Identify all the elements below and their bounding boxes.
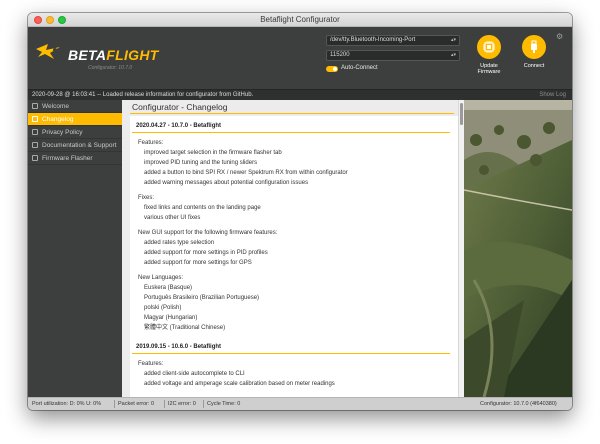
log-message: 2020-09-28 @ 16:03:41 -- Loaded release … [32,92,254,98]
update-firmware-label-line2: Firmware [477,69,501,75]
list-item: 繁體中文 (Traditional Chinese) [144,325,226,331]
list-item: added support for more settings for GPS [144,260,252,266]
sidebar-item-welcome[interactable]: Welcome [28,100,122,113]
auto-connect-toggle[interactable] [326,66,338,72]
release-header: 2020.04.27 - 10.7.0 - Betaflight [132,120,450,133]
sidebar-item-label: Changelog [42,116,74,123]
app-window: Betaflight Configurator BETAFLIGHT Confi… [28,13,572,410]
update-firmware-button[interactable] [477,35,501,59]
changelog-section: Fixes: fixed links and contents on the l… [138,193,458,223]
list-item: improved PID tuning and the tuning slide… [144,160,258,166]
sidebar-item-label: Firmware Flasher [42,155,93,162]
baud-rate-value: 115200 [330,52,350,58]
log-bar: 2020-09-28 @ 16:03:41 -- Loaded release … [28,89,572,100]
changelog-section: Features: added client-side autocomplete… [138,359,458,389]
welcome-icon [32,103,38,109]
betaflight-logo: BETAFLIGHT Configurator: 10.7.0 [34,39,168,75]
sidebar-item-label: Documentation & Support [42,142,117,149]
show-log-link[interactable]: Show Log [539,92,566,98]
sidebar-item-documentation[interactable]: Documentation & Support [28,139,122,152]
changelog-panel[interactable]: 2020.04.27 - 10.7.0 - Betaflight Feature… [130,116,458,397]
list-item: added warning messages about potential c… [144,180,309,186]
release-entry: 2019.09.15 - 10.6.0 - Betaflight Feature… [130,341,458,389]
gear-icon[interactable]: ⚙ [556,32,563,41]
aerial-landscape-image [464,100,572,397]
list-item: polski (Polish) [144,305,182,311]
list-item: fixed links and contents on the landing … [144,205,261,211]
select-arrows-icon: ▴▾ [450,52,456,58]
list-item: Português Brasileiro (Brazilian Portugue… [144,295,260,301]
list-item: Euskera (Basque) [144,285,193,291]
logo-wordmark: BETAFLIGHT [68,47,159,63]
usb-plug-icon [531,40,537,53]
sidebar: Welcome Changelog Privacy Policy Documen… [28,100,122,397]
section-title: New GUI support for the following firmwa… [138,230,278,236]
app-header: BETAFLIGHT Configurator: 10.7.0 /dev/tty… [28,27,572,89]
release-header: 2019.09.15 - 10.6.0 - Betaflight [132,341,450,354]
auto-connect-label: Auto-Connect [341,65,378,71]
i2c-error-status: I2C error: 0 [168,401,196,407]
connect-button[interactable] [522,35,546,59]
packet-error-status: Packet error: 0 [118,401,155,407]
list-item: added client-side autocomplete to CLI [144,371,245,377]
main-content: Configurator - Changelog 2020.04.27 - 10… [122,100,458,397]
changelog-section: New Languages: Euskera (Basque) Portuguê… [138,273,458,333]
section-title: Features: [138,361,164,367]
port-select[interactable]: /dev/tty.Bluetooth-Incoming-Port ▴▾ [326,35,460,46]
list-item: added support for more settings in PID p… [144,250,268,256]
list-item: added rates type selection [144,240,215,246]
section-title: Features: [138,140,164,146]
list-item: Magyar (Hungarian) [144,315,198,321]
sidebar-item-label: Welcome [42,103,69,110]
sidebar-item-firmware-flasher[interactable]: Firmware Flasher [28,152,122,165]
aerial-background-image [464,100,572,397]
logo-brand-main: BETA [68,47,107,63]
documentation-icon [32,142,38,148]
port-utilization-status: Port utilization: D: 0% U: 0% [32,401,102,407]
connect-label: Connect [523,63,545,69]
flasher-icon [32,155,38,161]
scrollbar-thumb[interactable] [460,103,463,125]
bee-logo-icon [36,44,60,59]
title-bar: Betaflight Configurator [28,13,572,27]
changelog-icon [32,116,38,122]
logo-brand-accent: FLIGHT [106,47,159,63]
list-item: improved target selection in the firmwar… [144,150,282,156]
select-arrows-icon: ▴▾ [450,37,456,43]
cycle-time-status: Cycle Time: 0 [207,401,241,407]
title-divider [130,113,454,114]
configurator-version-label: Configurator: 10.7.0 [88,65,133,71]
page-title: Configurator - Changelog [132,102,228,112]
status-divider [164,400,165,408]
sidebar-item-label: Privacy Policy [42,129,83,136]
configurator-version-status: Configurator: 10.7.0 (4f640380) [480,401,557,407]
status-divider [114,400,115,408]
changelog-section: New GUI support for the following firmwa… [138,228,458,268]
list-item: added voltage and amperage scale calibra… [144,381,335,387]
section-title: New Languages: [138,275,184,281]
changelog-section: Features: improved target selection in t… [138,138,458,188]
sidebar-item-privacy-policy[interactable]: Privacy Policy [28,126,122,139]
privacy-icon [32,129,38,135]
section-title: Fixes: [138,195,155,201]
update-firmware-label: Update Firmware [469,63,509,75]
baud-rate-select[interactable]: 115200 ▴▾ [326,50,460,61]
port-select-value: /dev/tty.Bluetooth-Incoming-Port [330,37,416,43]
status-divider [203,400,204,408]
list-item: added a button to bind SPI RX / newer Sp… [144,170,348,176]
window-title: Betaflight Configurator [260,15,340,24]
release-entry: 2020.04.27 - 10.7.0 - Betaflight Feature… [130,120,458,333]
status-bar: Port utilization: D: 0% U: 0% Packet err… [28,397,572,410]
list-item: various other UI fixes [144,215,201,221]
toggle-knob [333,67,337,71]
sidebar-item-changelog[interactable]: Changelog [28,113,122,126]
chip-icon [483,41,495,53]
